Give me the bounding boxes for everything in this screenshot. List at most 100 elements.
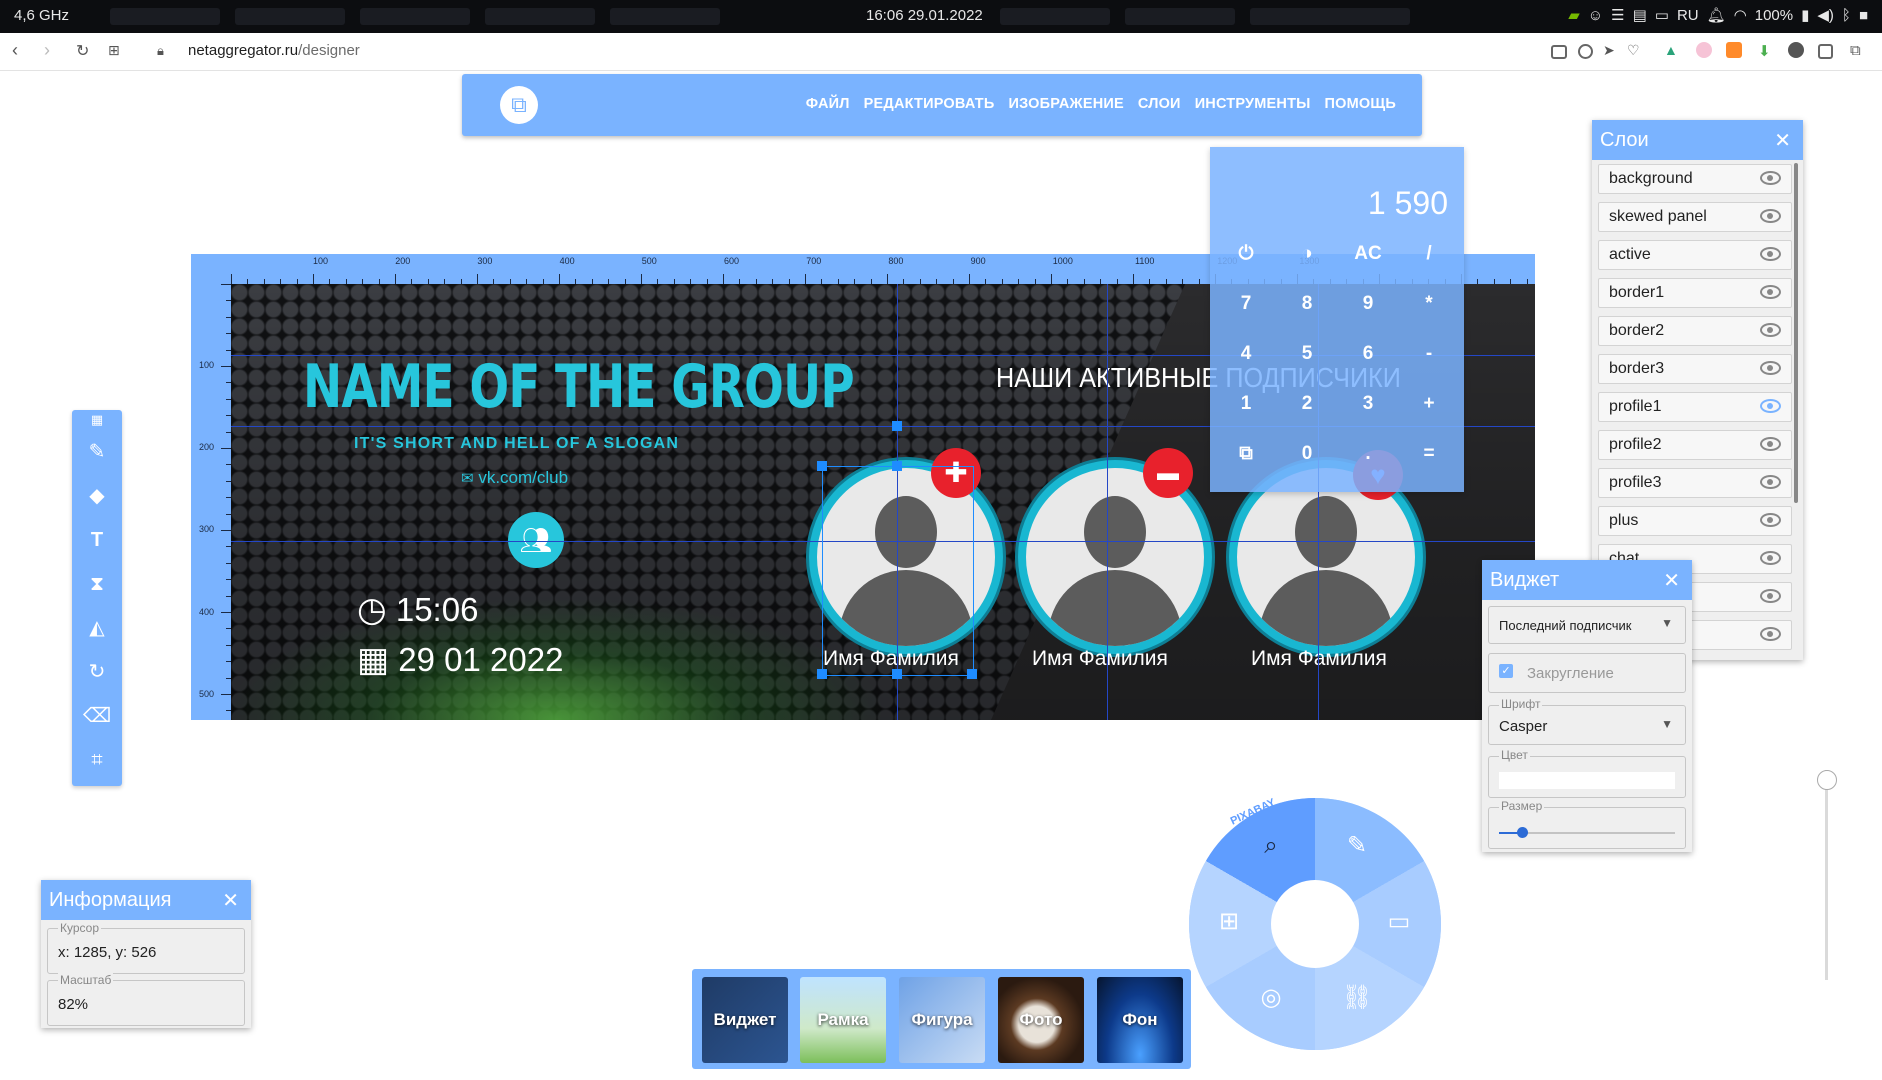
resize-handle[interactable] bbox=[817, 461, 827, 471]
dock-photo[interactable]: Фото bbox=[998, 977, 1084, 1063]
menu-image[interactable]: ИЗОБРАЖЕНИЕ bbox=[1008, 96, 1123, 112]
dock-shape[interactable]: Фигура bbox=[899, 977, 985, 1063]
calc-key[interactable]: 0 bbox=[1277, 429, 1337, 479]
size-slider-knob[interactable] bbox=[1516, 827, 1528, 838]
reload-icon[interactable]: ↻ bbox=[76, 41, 89, 61]
keyboard-layout[interactable]: RU bbox=[1677, 7, 1699, 24]
edit-icon[interactable]: ✎ bbox=[1339, 828, 1375, 864]
nvidia-icon[interactable]: ▰ bbox=[1568, 6, 1580, 24]
block-icon[interactable] bbox=[1578, 44, 1593, 59]
calc-key[interactable]: 8 bbox=[1277, 279, 1337, 329]
extension-icon[interactable]: ▲ bbox=[1664, 42, 1680, 58]
clock[interactable]: 16:06 29.01.2022 bbox=[866, 7, 983, 24]
menu-layers[interactable]: СЛОИ bbox=[1138, 96, 1181, 112]
calc-key[interactable]: - bbox=[1399, 329, 1459, 379]
forward-icon[interactable]: › bbox=[44, 40, 50, 61]
eye-icon[interactable] bbox=[1760, 171, 1781, 185]
layer-item[interactable]: border1 bbox=[1598, 278, 1792, 308]
calc-key[interactable]: 5 bbox=[1277, 329, 1337, 379]
eye-icon[interactable] bbox=[1760, 589, 1781, 603]
send-icon[interactable]: ➤ bbox=[1603, 42, 1619, 58]
vertical-ruler[interactable]: 100 200 300 400 500 bbox=[191, 254, 231, 720]
volume-icon[interactable]: ◀) bbox=[1817, 6, 1834, 24]
back-icon[interactable]: ‹ bbox=[12, 40, 18, 61]
download-icon[interactable]: ⬇ bbox=[1758, 42, 1774, 60]
hourglass-icon[interactable]: ⧗ bbox=[72, 564, 122, 604]
zoom-slider-track[interactable] bbox=[1825, 770, 1828, 980]
resize-handle[interactable] bbox=[892, 669, 902, 679]
rounding-checkbox-field[interactable]: ✓ Закругление bbox=[1488, 653, 1686, 693]
close-icon[interactable]: ✕ bbox=[1774, 128, 1791, 153]
eye-icon[interactable] bbox=[1760, 627, 1781, 641]
smile-icon[interactable]: ☺ bbox=[1588, 7, 1603, 24]
layer-item[interactable]: profile3 bbox=[1598, 468, 1792, 498]
camera-icon[interactable]: ◎ bbox=[1253, 980, 1289, 1016]
eraser-icon[interactable]: ⌫ bbox=[72, 696, 122, 736]
calc-key[interactable]: 9 bbox=[1338, 279, 1398, 329]
bell-icon[interactable]: 🔔︎ bbox=[1707, 6, 1726, 24]
calc-key[interactable]: * bbox=[1399, 279, 1459, 329]
calc-key[interactable]: . bbox=[1338, 429, 1398, 479]
folder-icon[interactable]: ▭ bbox=[1655, 6, 1669, 24]
flip-icon[interactable]: ◭ bbox=[72, 608, 122, 648]
calc-key[interactable]: / bbox=[1399, 229, 1459, 279]
calc-key[interactable]: ⧉ bbox=[1216, 429, 1276, 479]
shapes-icon[interactable]: ◆ bbox=[72, 476, 122, 516]
color-field[interactable]: Цвет bbox=[1488, 748, 1686, 798]
grid-icon[interactable]: ⊞ bbox=[1211, 904, 1247, 940]
layer-item[interactable]: border2 bbox=[1598, 316, 1792, 346]
apps-icon[interactable]: ⊞ bbox=[108, 42, 120, 59]
calc-key[interactable]: = bbox=[1399, 429, 1459, 479]
rotate-icon[interactable]: ↻ bbox=[72, 652, 122, 692]
eye-icon[interactable] bbox=[1760, 361, 1781, 375]
layer-item[interactable]: profile1 bbox=[1598, 392, 1792, 422]
selection-box[interactable] bbox=[822, 466, 974, 676]
close-icon[interactable]: ✕ bbox=[1663, 568, 1680, 593]
camera-icon[interactable] bbox=[1551, 45, 1567, 59]
eye-icon[interactable] bbox=[1760, 247, 1781, 261]
menu-edit[interactable]: РЕДАКТИРОВАТЬ bbox=[864, 96, 995, 112]
eye-icon[interactable] bbox=[1760, 475, 1781, 489]
chat-badge-icon[interactable]: ▬ bbox=[1143, 448, 1193, 498]
clipboard-icon[interactable]: ▤ bbox=[1633, 6, 1647, 24]
brush-icon[interactable]: ✎ bbox=[72, 432, 122, 472]
calc-key[interactable]: 2 bbox=[1277, 379, 1337, 429]
close-icon[interactable]: ✕ bbox=[222, 888, 239, 913]
layer-item[interactable]: background bbox=[1598, 164, 1792, 194]
box-icon[interactable] bbox=[1818, 44, 1833, 59]
layer-item[interactable]: skewed panel bbox=[1598, 202, 1792, 232]
layer-item[interactable]: plus bbox=[1598, 506, 1792, 536]
checkbox-icon[interactable]: ✓ bbox=[1499, 664, 1513, 678]
calc-key[interactable]: + bbox=[1399, 379, 1459, 429]
dock-frame[interactable]: Рамка bbox=[800, 977, 886, 1063]
app-logo-icon[interactable]: ⧉ bbox=[500, 86, 538, 124]
font-select[interactable]: Шрифт Casper ▼ bbox=[1488, 697, 1686, 745]
calc-key[interactable]: 4 bbox=[1216, 329, 1276, 379]
menu-tools[interactable]: ИНСТРУМЕНТЫ bbox=[1195, 96, 1311, 112]
dock-widget[interactable]: Виджет bbox=[702, 977, 788, 1063]
calc-key[interactable]: 1 bbox=[1216, 379, 1276, 429]
eye-icon[interactable] bbox=[1760, 323, 1781, 337]
square-icon[interactable]: ■ bbox=[1859, 7, 1868, 24]
bluetooth-icon[interactable]: ᛒ bbox=[1842, 7, 1851, 24]
zoom-slider-knob[interactable] bbox=[1817, 770, 1837, 790]
eye-icon[interactable] bbox=[1760, 209, 1781, 223]
layers-scrollbar[interactable] bbox=[1794, 163, 1798, 503]
eye-icon[interactable] bbox=[1760, 551, 1781, 565]
rotate-handle[interactable] bbox=[892, 421, 902, 431]
search-icon[interactable]: ⌕ bbox=[1253, 828, 1289, 864]
eye-icon[interactable] bbox=[1760, 513, 1781, 527]
calc-key[interactable]: ◑ bbox=[1277, 229, 1337, 279]
extension-icon[interactable] bbox=[1788, 42, 1804, 58]
dock-background[interactable]: Фон bbox=[1097, 977, 1183, 1063]
guide-line[interactable] bbox=[1107, 284, 1108, 720]
link-icon[interactable]: ⛓ bbox=[1339, 980, 1375, 1016]
menu-file[interactable]: ФАЙЛ bbox=[806, 96, 850, 112]
layer-item[interactable]: profile2 bbox=[1598, 430, 1792, 460]
resize-handle[interactable] bbox=[892, 461, 902, 471]
color-swatch[interactable] bbox=[1499, 772, 1675, 789]
battery-icon[interactable]: ▮ bbox=[1801, 6, 1809, 24]
grip-icon[interactable]: ▦ bbox=[72, 410, 122, 430]
calc-key[interactable]: 6 bbox=[1338, 329, 1398, 379]
wifi-icon[interactable]: ◠ bbox=[1734, 6, 1747, 24]
